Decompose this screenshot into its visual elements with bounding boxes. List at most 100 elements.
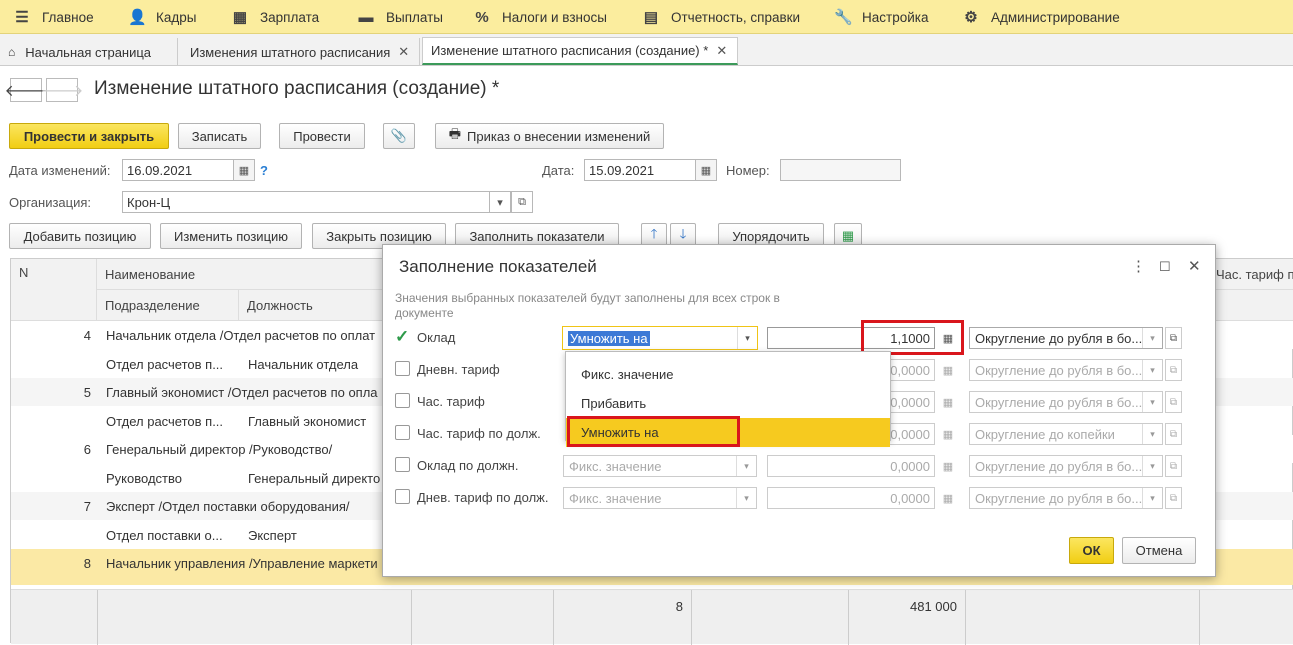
daily-rate-pos-value-input[interactable]: 0,0000 [767, 487, 935, 509]
people-icon: 👤 [128, 9, 147, 26]
daily-rate-rounding-select[interactable]: Округление до рубля в бо... ▾ [969, 359, 1163, 381]
salary-rounding-select[interactable]: Округление до рубля в бо... ▾ [969, 327, 1163, 349]
wrench-icon: 🔧 [834, 9, 853, 26]
row-number: 7 [83, 498, 91, 514]
table-icon: ▦ [841, 228, 855, 243]
chevron-down-icon[interactable]: ▾ [1142, 424, 1162, 444]
salary-checkbox[interactable]: ✓ [395, 328, 410, 345]
org-input[interactable]: Крон-Ц [122, 191, 490, 213]
chevron-down-icon[interactable]: ▾ [1142, 328, 1162, 348]
menu-item-hr[interactable]: 👤 Кадры [128, 0, 196, 34]
hamburger-icon: ☰ [15, 9, 29, 26]
number-input[interactable] [780, 159, 901, 181]
hour-rate-rounding-select[interactable]: Округление до рубля в бо... ▾ [969, 391, 1163, 413]
daily-rate-pos-operation-select[interactable]: Фикс. значение ▾ [563, 487, 757, 509]
chevron-down-icon[interactable]: ▾ [737, 327, 757, 349]
open-icon[interactable]: ⧉ [1165, 391, 1182, 413]
chevron-down-icon[interactable]: ▾ [1142, 360, 1162, 380]
save-button[interactable]: Записать [178, 123, 261, 149]
rounding-value: Округление до рубля в бо... [975, 394, 1143, 410]
menu-item-salary[interactable]: ▦ Зарплата [232, 0, 319, 34]
rounding-value: Округление до рубля в бо... [975, 330, 1143, 346]
col-header-n[interactable]: N [11, 259, 97, 321]
hour-rate-checkbox[interactable] [395, 393, 410, 408]
help-icon[interactable]: ? [260, 163, 268, 178]
org-dropdown-button[interactable]: ▾ [489, 191, 511, 213]
col-header-hour-rate[interactable]: Час. тариф п... [1211, 259, 1293, 290]
order-button[interactable]: 🖶 Приказ о внесении изменений [435, 123, 664, 149]
change-position-button[interactable]: Изменить позицию [160, 223, 302, 249]
calculator-icon[interactable]: ▦ [937, 423, 959, 445]
salary-pos-value-input[interactable]: 0,0000 [767, 455, 935, 477]
calculator-icon[interactable]: ▦ [937, 391, 959, 413]
salary-pos-label: Оклад по должн. [417, 458, 519, 473]
printer-icon: 🖶 [448, 126, 462, 141]
salary-pos-checkbox[interactable] [395, 457, 410, 472]
menu-item-settings[interactable]: 🔧 Настройка [834, 0, 928, 34]
salary-operation-select[interactable]: Умножить на ▾ [562, 326, 758, 350]
row-number: 8 [83, 555, 91, 571]
salary-pos-rounding-select[interactable]: Округление до рубля в бо... ▾ [969, 455, 1163, 477]
tab-staffing-changes[interactable]: Изменения штатного расписания ✕ [182, 38, 420, 66]
cancel-button[interactable]: Отмена [1122, 537, 1196, 564]
operation-dropdown-list: Фикс. значение Прибавить Умножить на [565, 351, 891, 447]
open-icon[interactable]: ⧉ [1165, 359, 1182, 381]
forward-button[interactable]: 🡒 [41, 78, 83, 102]
more-icon[interactable]: ⋮ [1131, 257, 1146, 275]
row-number: 4 [83, 327, 91, 343]
calculator-icon[interactable]: ▦ [937, 487, 959, 509]
daily-rate-checkbox[interactable] [395, 361, 410, 376]
totals-row: 8 481 000 [11, 589, 1293, 645]
menu-item-taxes[interactable]: % Налоги и взносы [474, 0, 607, 34]
dropdown-option-add[interactable]: Прибавить [566, 389, 890, 418]
open-icon[interactable]: ⧉ [1165, 327, 1182, 349]
dropdown-option-fixed[interactable]: Фикс. значение [566, 360, 890, 389]
daily-rate-pos-checkbox[interactable] [395, 489, 410, 504]
row-position: Начальник отдела [248, 356, 359, 372]
menu-item-admin[interactable]: ⚙ Администрирование [963, 0, 1119, 34]
chevron-down-icon[interactable]: ▾ [1142, 488, 1162, 508]
chevron-down-icon[interactable]: ▾ [1142, 456, 1162, 476]
rounding-value: Округление до копейки [975, 426, 1115, 442]
maximize-icon[interactable]: ☐ [1159, 259, 1171, 275]
back-button[interactable]: 🡐 [5, 78, 47, 102]
org-open-button[interactable]: ⧉ [511, 191, 533, 213]
post-and-close-button[interactable]: Провести и закрыть [9, 123, 169, 149]
calendar-icon: ▦ [700, 164, 712, 177]
highlight-box [861, 320, 964, 355]
daily-rate-pos-rounding-select[interactable]: Округление до рубля в бо... ▾ [969, 487, 1163, 509]
operation-value: Фикс. значение [569, 458, 662, 474]
attach-button[interactable]: 📎 [383, 123, 415, 149]
calculator-icon[interactable]: ▦ [937, 455, 959, 477]
close-icon[interactable]: ✕ [716, 43, 727, 59]
daily-rate-pos-label: Днев. тариф по долж. [417, 490, 549, 505]
calendar-button[interactable]: ▦ [233, 159, 255, 181]
calculator-icon[interactable]: ▦ [937, 359, 959, 381]
calendar-button[interactable]: ▦ [695, 159, 717, 181]
open-icon[interactable]: ⧉ [1165, 455, 1182, 477]
chevron-down-icon[interactable]: ▾ [736, 488, 756, 508]
close-icon[interactable]: ✕ [1188, 257, 1201, 275]
tab-staffing-change-create[interactable]: Изменение штатного расписания (создание)… [422, 37, 738, 65]
org-label: Организация: [9, 195, 92, 210]
add-position-button[interactable]: Добавить позицию [9, 223, 151, 249]
col-header-division[interactable]: Подразделение [97, 290, 239, 321]
hour-rate-pos-checkbox[interactable] [395, 425, 410, 440]
post-button[interactable]: Провести [279, 123, 365, 149]
row-division: Отдел поставки о... [106, 527, 223, 543]
hour-rate-pos-rounding-select[interactable]: Округление до копейки ▾ [969, 423, 1163, 445]
chevron-down-icon[interactable]: ▾ [736, 456, 756, 476]
row-name: Начальник управления /Управление маркети [106, 555, 378, 571]
menu-item-payments[interactable]: ▬ Выплаты [358, 0, 444, 34]
open-icon[interactable]: ⧉ [1165, 423, 1182, 445]
salary-pos-operation-select[interactable]: Фикс. значение ▾ [563, 455, 757, 477]
menu-item-main[interactable]: ☰ Главное [14, 0, 93, 34]
date-input[interactable]: 15.09.2021 [584, 159, 696, 181]
chevron-down-icon[interactable]: ▾ [1142, 392, 1162, 412]
close-icon[interactable]: ✕ [398, 44, 409, 60]
open-icon[interactable]: ⧉ [1165, 487, 1182, 509]
tab-home[interactable]: ⌂ Начальная страница [0, 38, 178, 66]
menu-item-reports[interactable]: ▤ Отчетность, справки [643, 0, 800, 34]
ok-button[interactable]: ОК [1069, 537, 1114, 564]
date-change-input[interactable]: 16.09.2021 [122, 159, 234, 181]
